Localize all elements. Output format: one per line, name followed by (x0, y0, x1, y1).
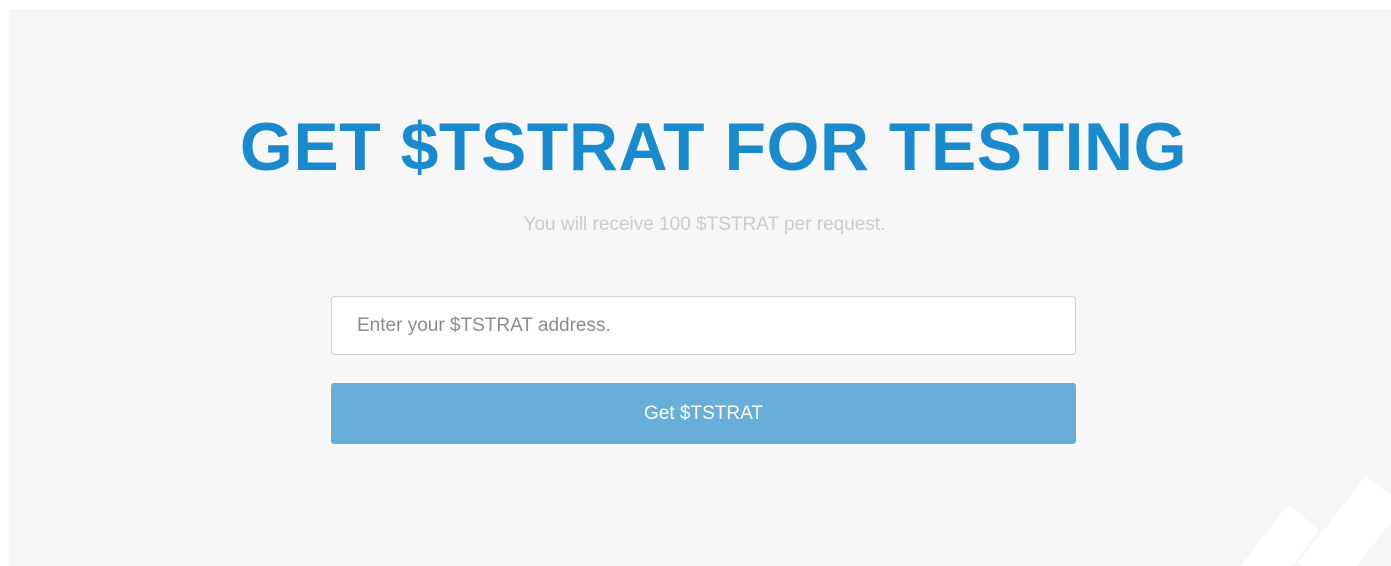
page-title: GET $TSTRAT FOR TESTING (239, 109, 1188, 185)
get-tokens-button[interactable]: Get $TSTRAT (331, 383, 1076, 444)
address-input[interactable] (331, 296, 1076, 355)
background-decoration (1298, 475, 1391, 566)
page-subtitle: You will receive 100 $TSTRAT per request… (523, 214, 886, 235)
faucet-panel: GET $TSTRAT FOR TESTING You will receive… (9, 9, 1391, 566)
